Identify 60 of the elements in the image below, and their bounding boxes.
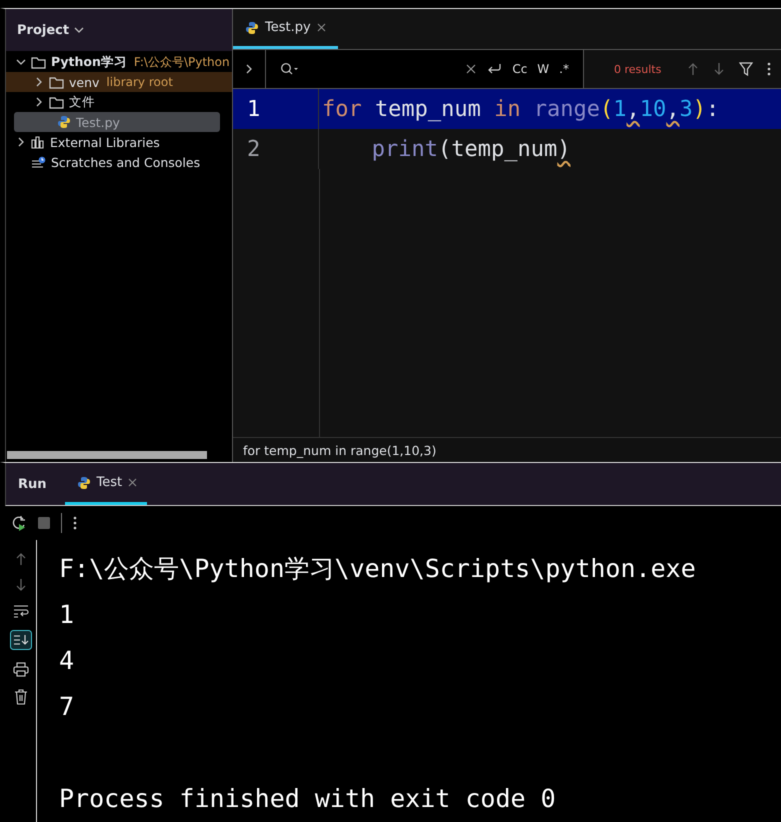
item-label: venv [69,74,100,90]
folder-icon [49,76,64,88]
code-line: print(temp_num) [370,136,570,162]
item-label: Scratches and Consoles [51,154,200,170]
item-label: 文件 [69,94,95,110]
soft-wrap-icon [12,604,28,618]
arrow-down-icon [713,62,726,76]
search-option-button[interactable]: W [537,62,550,76]
bar-chart-icon [31,136,45,148]
folder-icon [31,56,46,68]
arrow-up-icon [687,62,700,76]
item-path: library root [106,75,173,89]
arrow-down-icon [14,578,26,592]
close-icon [128,478,138,487]
rerun-icon [11,515,27,531]
item-path: F:\公众号\Python [134,54,230,70]
scroll-to-end-icon[interactable] [10,630,32,650]
panel-title[interactable]: Project [17,22,70,38]
code-line: for temp_num in range(1,10,3): [321,96,720,122]
item-label: Python学习 [51,54,127,70]
console-output: Process finished with exit code 0 [59,783,557,815]
folder-icon [49,96,64,108]
run-tab[interactable]: Test [64,463,148,505]
more-icon [767,62,772,76]
search-option-button[interactable]: Cc [512,62,528,76]
panel-title: Run [17,476,48,492]
clear-icon [466,64,476,74]
chevron-down-icon [16,57,26,67]
newline-icon [486,62,502,76]
tree-item[interactable]: Test.py [14,112,220,132]
item-label: External Libraries [50,134,160,150]
search-icon [280,62,298,76]
python-icon [76,476,91,490]
arrow-up-icon [14,552,26,566]
result-count: 0 results [614,62,662,76]
tree-item[interactable]: venv library root [6,72,232,92]
line-number: 2 [233,129,319,169]
chevron-right-icon [16,137,26,147]
console-output: F:\公众号\Python学习\venv\Scripts\python.exe [59,553,696,585]
tree-item[interactable]: External Libraries [6,132,232,152]
console-output: 7 [59,691,76,723]
close-icon [316,23,326,32]
console-output: 1 [59,599,76,631]
python-icon [245,20,259,34]
more-icon [73,516,77,530]
chevron-down-icon [74,25,84,35]
scrollbar[interactable] [7,451,207,459]
console-output: 4 [59,645,76,677]
tree-item[interactable]: 文件 [6,92,232,112]
tree-item[interactable]: Scratches and Consoles [6,152,232,172]
trash-icon [14,689,28,705]
item-label: Test.py [76,114,120,130]
printer-icon [12,662,28,677]
search-option-button[interactable]: .* [559,62,569,76]
stop-icon [38,517,50,529]
tree-item[interactable]: Python学习 F:\公众号\Python [6,52,232,72]
filter-icon [739,62,754,76]
python-icon [57,115,71,129]
chevron-right-icon [244,64,254,74]
list-clock-icon [31,156,46,168]
